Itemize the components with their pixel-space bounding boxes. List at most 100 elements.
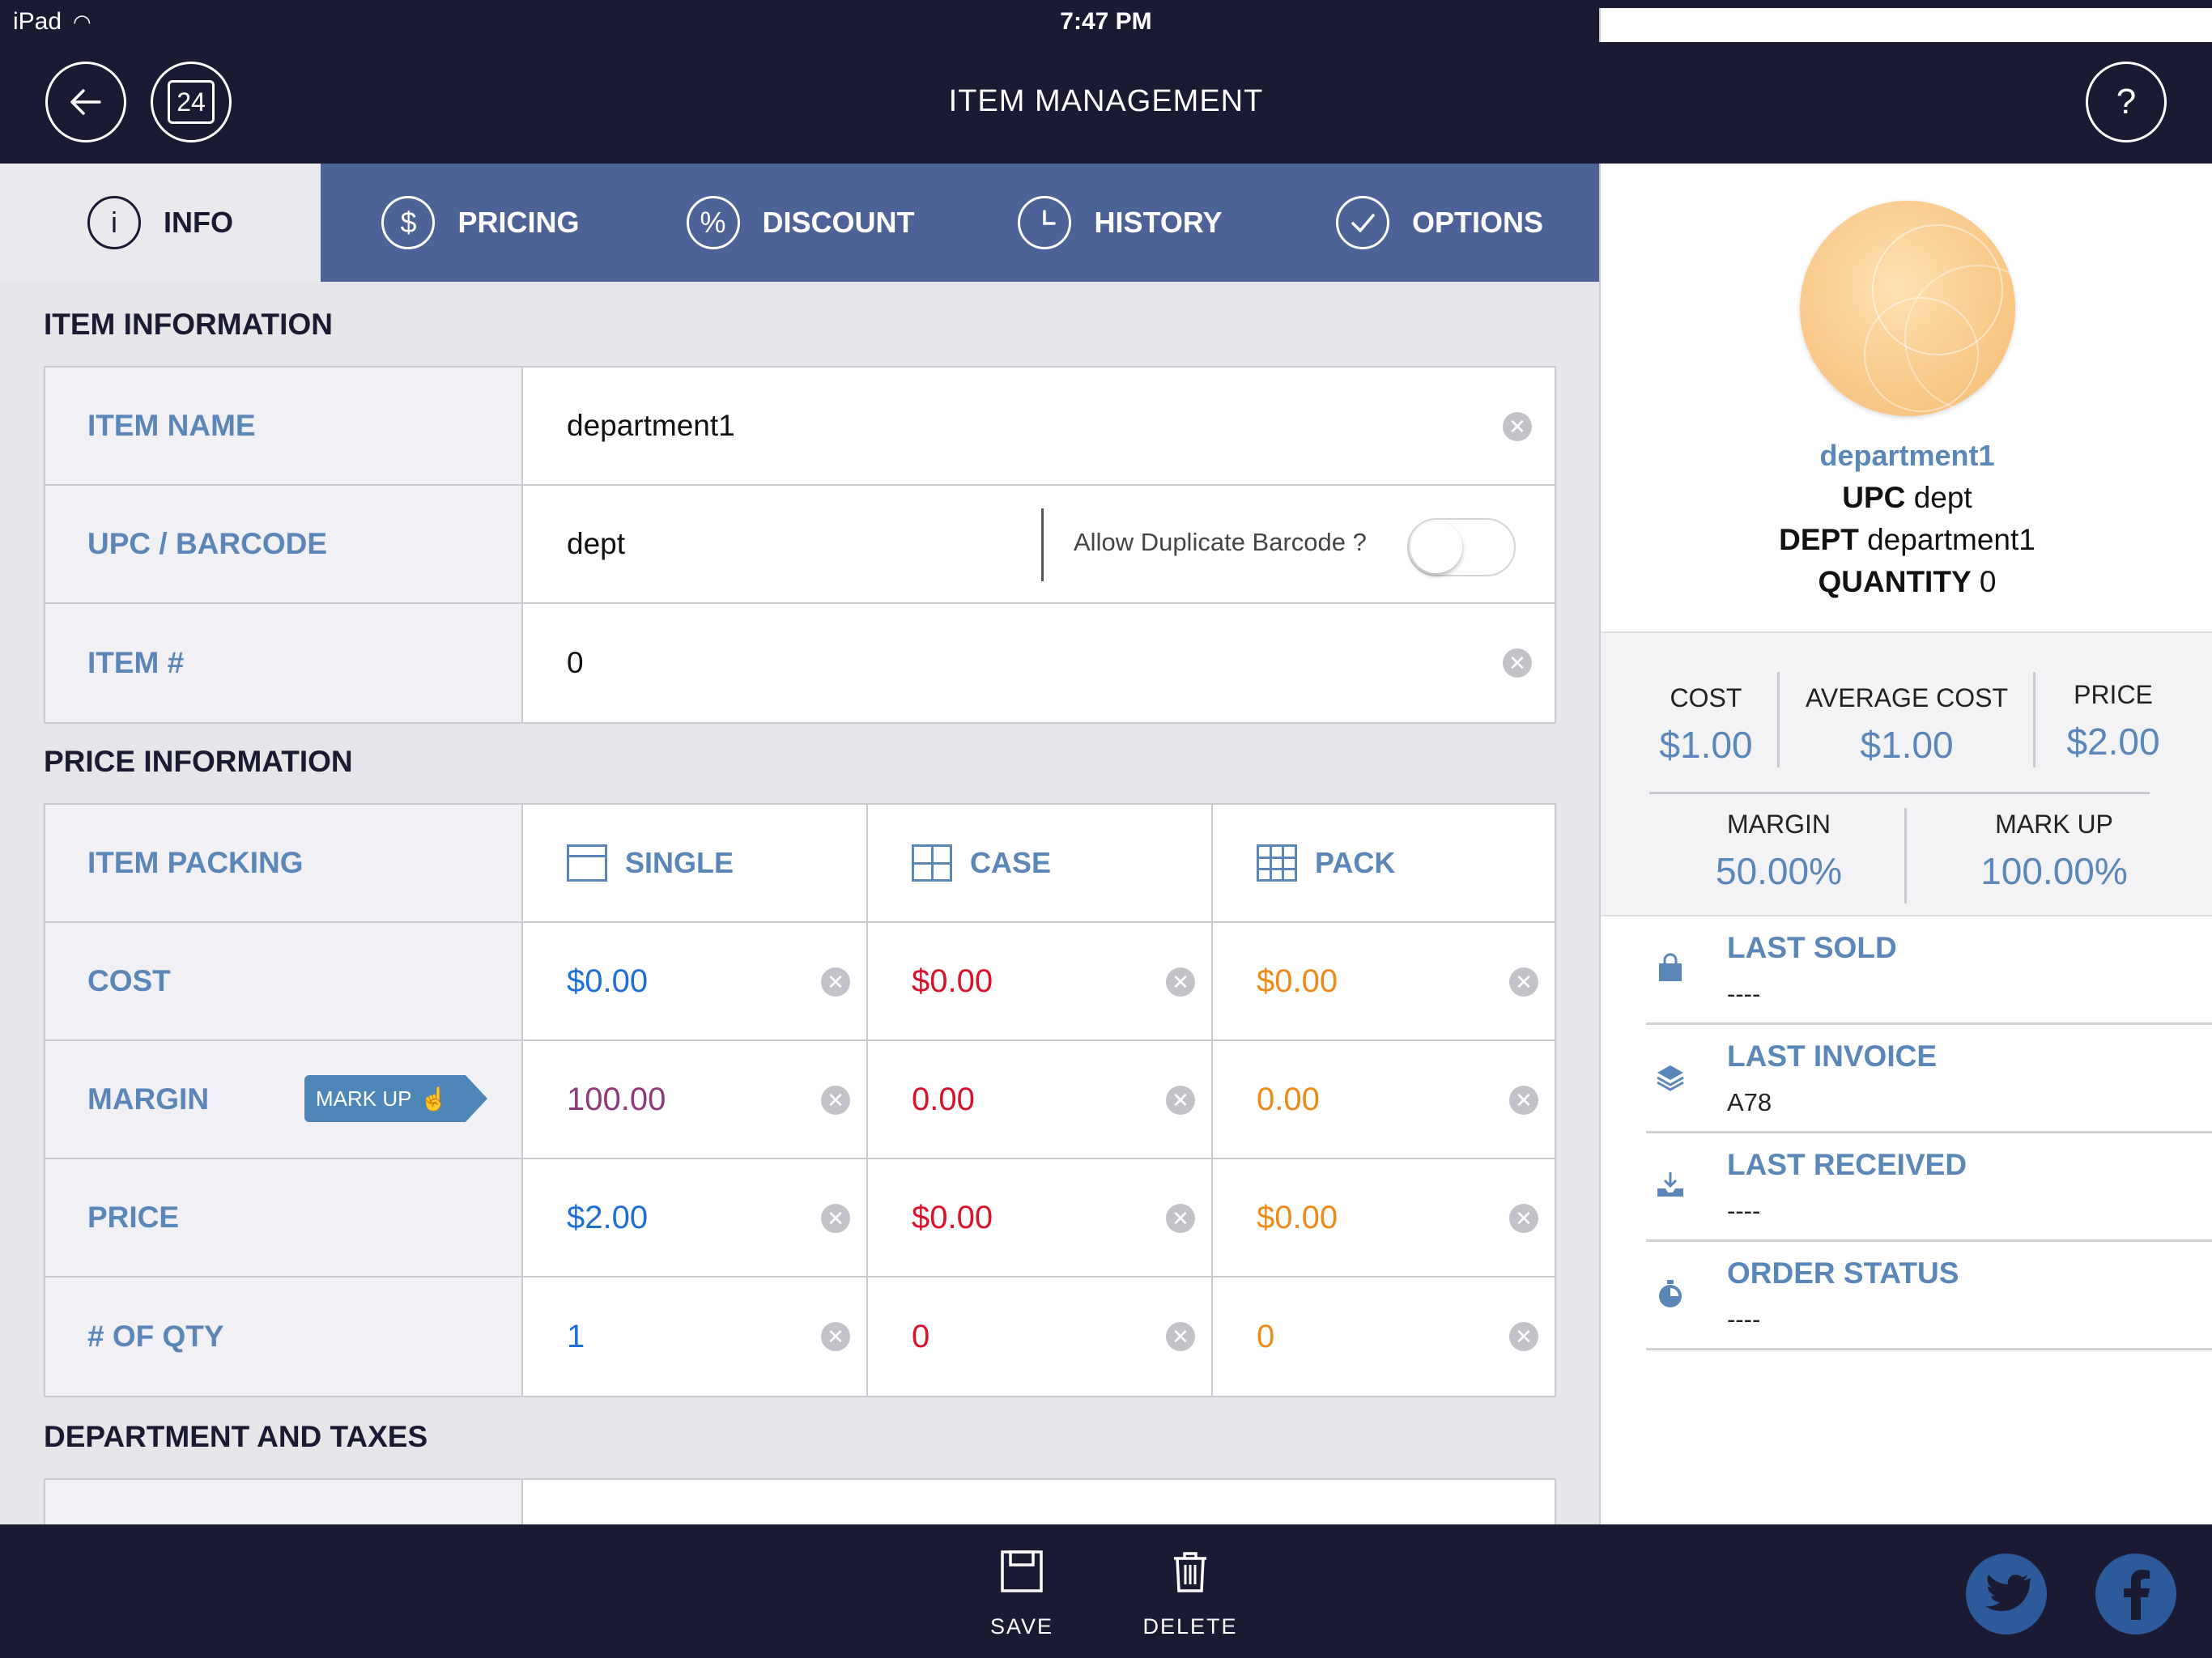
pack-column-header[interactable]: PACK: [1213, 805, 1555, 921]
tab-pricing[interactable]: $ PRICING: [321, 164, 640, 282]
twitter-icon[interactable]: [1966, 1554, 2047, 1635]
case-margin-value: 0.00: [912, 1081, 975, 1117]
stat-margin-label: MARGIN: [1727, 810, 1831, 839]
pack-cost-field[interactable]: $0.00 ✕: [1213, 923, 1555, 1039]
summary-dept-label: DEPT: [1779, 523, 1859, 556]
department-field[interactable]: [523, 1480, 1555, 1524]
case-grid-icon: [912, 844, 952, 882]
case-margin-field[interactable]: 0.00 ✕: [868, 1041, 1213, 1158]
qty-row: # OF QTY 1 ✕ 0 ✕ 0 ✕: [45, 1278, 1555, 1396]
summary-qty-label: QUANTITY: [1818, 565, 1972, 598]
stat-markup-label: MARK UP: [1995, 810, 2113, 839]
stat-markup-value: 100.00%: [1980, 850, 2128, 892]
pack-price-field[interactable]: $0.00 ✕: [1213, 1159, 1555, 1276]
stat-price-label: PRICE: [2074, 680, 2153, 709]
hand-tap-icon: ☝: [419, 1086, 449, 1112]
pack-cost-value: $0.00: [1257, 963, 1338, 999]
item-name-field[interactable]: department1 ✕: [523, 368, 1555, 484]
case-cost-field[interactable]: $0.00 ✕: [868, 923, 1213, 1039]
order-status-value: ----: [1727, 1305, 1761, 1333]
last-received-row[interactable]: LAST RECEIVED ----: [1646, 1133, 2212, 1242]
clear-icon[interactable]: ✕: [1166, 1086, 1195, 1115]
markup-button-label: MARK UP: [316, 1086, 412, 1111]
summary-qty-value: 0: [1979, 565, 1997, 598]
clear-icon[interactable]: ✕: [821, 1204, 850, 1233]
duplicate-barcode-toggle[interactable]: [1407, 518, 1516, 576]
field-divider: [1041, 508, 1044, 581]
item-summary-panel: department1 UPC dept DEPT department1 QU…: [1599, 164, 2212, 1524]
save-label: SAVE: [989, 1614, 1054, 1639]
clear-icon[interactable]: ✕: [821, 1086, 850, 1115]
clear-icon[interactable]: ✕: [1166, 1204, 1195, 1233]
facebook-icon[interactable]: [2095, 1554, 2176, 1635]
order-status-row[interactable]: ORDER STATUS ----: [1646, 1242, 2212, 1350]
department-row[interactable]: [45, 1480, 1555, 1524]
bottom-toolbar: SAVE DELETE: [0, 1524, 2212, 1658]
stat-markup: MARK UP 100.00%: [1908, 810, 2200, 893]
percent-icon: %: [686, 196, 740, 249]
single-label: SINGLE: [625, 846, 734, 879]
tab-info[interactable]: i INFO: [0, 164, 321, 282]
check-icon: [1335, 196, 1389, 249]
single-column-header[interactable]: SINGLE: [523, 805, 868, 921]
pack-margin-field[interactable]: 0.00 ✕: [1213, 1041, 1555, 1158]
clear-icon[interactable]: ✕: [1509, 1086, 1538, 1115]
single-pack-icon: [567, 844, 607, 882]
cost-label: COST: [45, 923, 523, 1039]
case-price-field[interactable]: $0.00 ✕: [868, 1159, 1213, 1276]
case-cost-value: $0.00: [912, 963, 993, 999]
qty-label: # OF QTY: [45, 1278, 523, 1396]
pack-qty-field[interactable]: 0 ✕: [1213, 1278, 1555, 1396]
upc-field[interactable]: dept Allow Duplicate Barcode ?: [523, 486, 1555, 602]
clear-icon[interactable]: ✕: [1503, 648, 1532, 678]
summary-dept-value: department1: [1867, 523, 2035, 556]
margin-row: MARGIN MARK UP ☝ 100.00 ✕ 0.00 ✕ 0.00 ✕: [45, 1041, 1555, 1159]
clock-icon: [1018, 196, 1072, 249]
single-margin-field[interactable]: 100.00 ✕: [523, 1041, 868, 1158]
stat-price-value: $2.00: [2066, 721, 2160, 763]
tab-options[interactable]: OPTIONS: [1280, 164, 1599, 282]
duplicate-barcode-label: Allow Duplicate Barcode ?: [1074, 528, 1367, 556]
delete-button[interactable]: DELETE: [1142, 1549, 1239, 1639]
item-avatar[interactable]: [1800, 201, 2015, 416]
stat-price: PRICE $2.00: [2033, 680, 2193, 763]
summary-quantity: QUANTITY 0: [1601, 565, 2212, 599]
clear-icon[interactable]: ✕: [1166, 967, 1195, 997]
clear-icon[interactable]: ✕: [821, 967, 850, 997]
margin-label-cell: MARGIN MARK UP ☝: [45, 1041, 523, 1158]
item-number-value: 0: [567, 646, 584, 679]
help-button[interactable]: ?: [2086, 62, 2167, 142]
clear-icon[interactable]: ✕: [821, 1322, 850, 1351]
item-information-grid: ITEM NAME department1 ✕ UPC / BARCODE de…: [44, 366, 1556, 724]
item-number-field[interactable]: 0 ✕: [523, 604, 1555, 722]
timer-icon: [1653, 1276, 1688, 1312]
item-number-label: ITEM #: [45, 604, 523, 722]
stat-margin-value: 50.00%: [1715, 850, 1842, 892]
tab-discount[interactable]: % DISCOUNT: [640, 164, 960, 282]
clear-icon[interactable]: ✕: [1166, 1322, 1195, 1351]
bag-icon: [1653, 950, 1688, 986]
item-number-row: ITEM # 0 ✕: [45, 604, 1555, 722]
case-label: CASE: [970, 846, 1052, 879]
clear-icon[interactable]: ✕: [1503, 412, 1532, 441]
item-information-title: ITEM INFORMATION: [44, 308, 333, 341]
single-qty-field[interactable]: 1 ✕: [523, 1278, 868, 1396]
info-icon: i: [87, 196, 141, 249]
single-cost-field[interactable]: $0.00 ✕: [523, 923, 868, 1039]
price-row: PRICE $2.00 ✕ $0.00 ✕ $0.00 ✕: [45, 1159, 1555, 1278]
clear-icon[interactable]: ✕: [1509, 1322, 1538, 1351]
summary-upc-value: dept: [1913, 481, 1972, 514]
clear-icon[interactable]: ✕: [1509, 1204, 1538, 1233]
case-qty-value: 0: [912, 1318, 930, 1354]
case-qty-field[interactable]: 0 ✕: [868, 1278, 1213, 1396]
last-invoice-row[interactable]: LAST INVOICE A78: [1646, 1025, 2212, 1133]
save-button[interactable]: SAVE: [981, 1549, 1062, 1639]
summary-dept: DEPT department1: [1601, 523, 2212, 557]
tab-history[interactable]: HISTORY: [960, 164, 1280, 282]
markup-toggle-button[interactable]: MARK UP ☝: [304, 1075, 487, 1122]
clear-icon[interactable]: ✕: [1509, 967, 1538, 997]
single-price-field[interactable]: $2.00 ✕: [523, 1159, 868, 1276]
case-column-header[interactable]: CASE: [868, 805, 1213, 921]
last-sold-row[interactable]: LAST SOLD ----: [1646, 916, 2212, 1025]
single-qty-value: 1: [567, 1318, 585, 1354]
